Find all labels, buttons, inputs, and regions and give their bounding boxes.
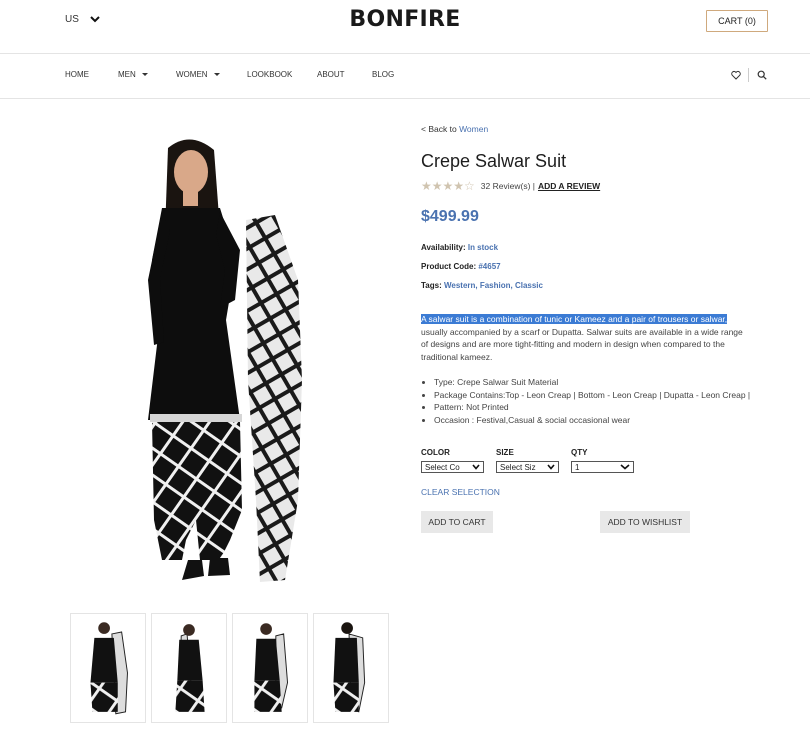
clear-selection-link[interactable]: CLEAR SELECTION xyxy=(421,487,761,497)
color-select[interactable]: Select Co xyxy=(421,461,484,473)
nav-label: HOME xyxy=(65,70,89,79)
tags-label: Tags: xyxy=(421,281,442,290)
back-link[interactable]: < Back to Women xyxy=(421,124,761,134)
feature-list: Type: Crepe Salwar Suit Material Package… xyxy=(421,376,761,426)
back-prefix: < Back to xyxy=(421,124,457,134)
chevron-down-icon xyxy=(472,464,480,470)
product-actions: ADD TO CART ADD TO WISHLIST xyxy=(421,511,761,533)
cart-button[interactable]: CART (0) xyxy=(706,10,768,32)
nav-label: BLOG xyxy=(372,70,395,79)
product-code: Product Code: #4657 xyxy=(421,262,761,271)
size-select[interactable]: Select Siz xyxy=(496,461,559,473)
list-item: Pattern: Not Printed xyxy=(434,401,761,414)
product-title: Crepe Salwar Suit xyxy=(421,151,567,171)
qty-select-value: 1 xyxy=(575,462,580,472)
availability-value: In stock xyxy=(467,243,499,252)
tags: Tags: Western, Fashion, Classic xyxy=(421,281,761,290)
product-description: A salwar suit is a combination of tunic … xyxy=(421,313,751,363)
nav-item-lookbook[interactable]: LOOKBOOK xyxy=(247,70,292,79)
heart-icon[interactable] xyxy=(731,70,741,80)
product-main-image[interactable] xyxy=(70,120,386,590)
search-icon[interactable] xyxy=(757,70,767,80)
qty-label: QTY xyxy=(571,448,588,457)
nav-label: ABOUT xyxy=(317,70,345,79)
availability-label: Availability: xyxy=(421,243,466,252)
nav-item-women[interactable]: WOMEN xyxy=(176,70,220,79)
qty-select[interactable]: 1 xyxy=(571,461,634,473)
thumbnail-image[interactable] xyxy=(70,613,146,723)
product-details: < Back to Women Crepe Salwar Suit ★★★★☆ … xyxy=(421,124,761,533)
nav-icons xyxy=(731,68,767,82)
nav-label: MEN xyxy=(118,70,136,79)
thumbnail-image[interactable] xyxy=(151,613,227,723)
availability: Availability: In stock xyxy=(421,243,761,252)
add-review-link[interactable]: ADD A REVIEW xyxy=(538,181,600,191)
tags-value[interactable]: Western, Fashion, Classic xyxy=(444,281,543,290)
color-select-value: Select Co xyxy=(425,462,460,472)
color-option: COLOR Select Co xyxy=(421,448,484,473)
nav-item-men[interactable]: MEN xyxy=(118,70,148,79)
caret-down-icon xyxy=(213,73,220,76)
nav-item-about[interactable]: ABOUT xyxy=(317,70,345,79)
list-item: Occasion : Festival,Casual & social occa… xyxy=(434,414,761,427)
product-price: $499.99 xyxy=(421,208,479,225)
main-nav: HOME MEN WOMEN LOOKBOOK ABOUT BLOG xyxy=(0,54,810,99)
size-label: SIZE xyxy=(496,448,514,457)
nav-item-blog[interactable]: BLOG xyxy=(372,70,394,79)
code-label: Product Code: xyxy=(421,262,477,271)
thumbnail-image[interactable] xyxy=(313,613,389,723)
thumbnail-strip xyxy=(70,613,389,723)
review-count: 32 Review(s) | xyxy=(480,181,535,191)
back-category-link[interactable]: Women xyxy=(459,124,488,134)
qty-option: QTY 1 xyxy=(571,448,634,473)
color-label: COLOR xyxy=(421,448,450,457)
add-to-wishlist-button[interactable]: ADD TO WISHLIST xyxy=(600,511,690,533)
caret-down-icon xyxy=(141,73,148,76)
chevron-down-icon xyxy=(620,464,630,470)
brand-logo[interactable]: BONFIRE xyxy=(0,7,810,32)
nav-label: LOOKBOOK xyxy=(247,70,293,79)
add-to-cart-button[interactable]: ADD TO CART xyxy=(421,511,493,533)
size-option: SIZE Select Siz xyxy=(496,448,559,473)
description-text: usually accompanied by a scarf or Dupatt… xyxy=(421,326,743,362)
nav-label: WOMEN xyxy=(176,70,208,79)
thumbnail-image[interactable] xyxy=(232,613,308,723)
code-value: #4657 xyxy=(478,262,501,271)
chevron-down-icon xyxy=(547,464,555,470)
rating-row: ★★★★☆ 32 Review(s) | ADD A REVIEW xyxy=(421,179,761,193)
list-item: Type: Crepe Salwar Suit Material xyxy=(434,376,761,389)
nav-item-home[interactable]: HOME xyxy=(65,70,89,79)
top-bar: US BONFIRE CART (0) xyxy=(0,0,810,54)
list-item: Package Contains:Top - Leon Creap | Bott… xyxy=(434,389,761,402)
option-selectors: COLOR Select Co SIZE Select Siz QTY 1 xyxy=(421,448,761,473)
description-highlight: A salwar suit is a combination of tunic … xyxy=(421,314,728,324)
star-rating: ★★★★☆ xyxy=(421,179,475,193)
size-select-value: Select Siz xyxy=(500,462,536,472)
divider xyxy=(748,68,749,82)
